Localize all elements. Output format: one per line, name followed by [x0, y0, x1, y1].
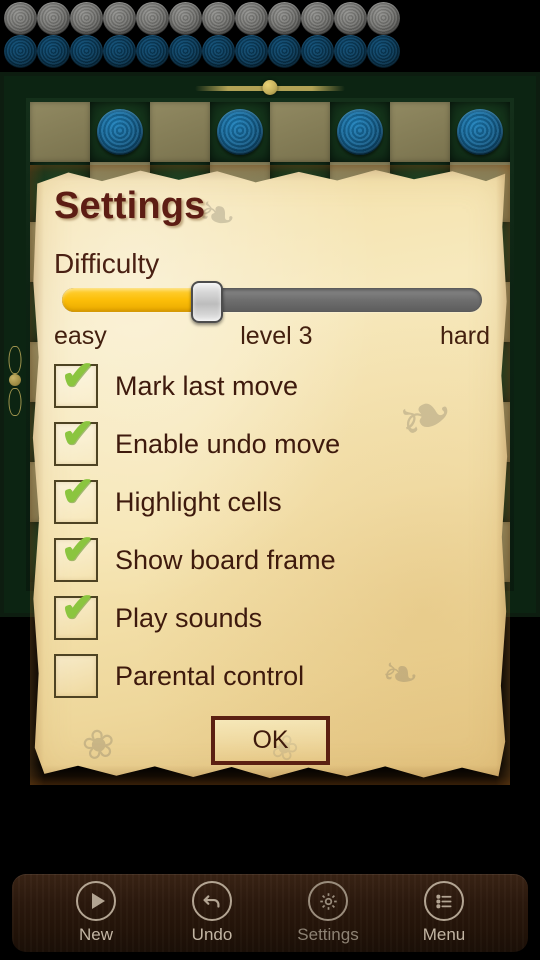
slider-thumb[interactable] [191, 281, 223, 323]
board-piece[interactable] [217, 109, 263, 155]
settings-options-list: ✔ Mark last move ✔ Enable undo move ✔ Highlig… [54, 354, 484, 705]
difficulty-slider[interactable] [62, 281, 482, 323]
captured-piece [136, 35, 169, 68]
captured-piece [169, 35, 202, 68]
settings-option-row[interactable]: ✔ Play sounds [54, 586, 484, 647]
frame-side-ornament-icon [7, 346, 23, 416]
settings-option-row[interactable]: ✔ Mark last move [54, 354, 484, 415]
settings-option-label: Play sounds [115, 602, 263, 633]
captured-piece [334, 35, 367, 68]
captured-piece [136, 2, 169, 35]
captured-piece [367, 35, 400, 68]
settings-dialog: ❧ ❧ ❧ ❀ ❀ Settings Difficulty easy level… [30, 165, 510, 785]
board-square[interactable] [390, 102, 450, 162]
captured-piece [4, 35, 37, 68]
captured-piece [367, 2, 400, 35]
captured-piece [202, 35, 235, 68]
toolbar-item-settings[interactable]: Settings [280, 881, 376, 945]
captured-piece [268, 2, 301, 35]
settings-option-label: Mark last move [115, 370, 299, 401]
settings-option-label: Enable undo move [115, 428, 341, 459]
game-screen: ❧ ❧ ❧ ❀ ❀ Settings Difficulty easy level… [0, 0, 540, 960]
difficulty-scale-labels: easy level 3 hard [54, 322, 490, 351]
frame-lattice-right [514, 76, 536, 613]
settings-option-row[interactable]: ✔ Enable undo move [54, 412, 484, 473]
captured-piece [268, 35, 301, 68]
difficulty-value-label: level 3 [240, 322, 313, 350]
board-square[interactable] [150, 102, 210, 162]
slider-fill [62, 288, 205, 312]
undo-icon[interactable] [192, 881, 232, 921]
board-square[interactable] [450, 102, 510, 162]
settings-option-row[interactable]: ✔ Show board frame [54, 528, 484, 589]
check-icon: ✔ [61, 586, 95, 630]
check-icon: ✔ [61, 470, 95, 514]
difficulty-label: Difficulty [54, 248, 160, 279]
checkbox-checked[interactable]: ✔ [54, 354, 98, 408]
settings-option-row[interactable]: Parental control [54, 647, 484, 705]
captured-piece [235, 35, 268, 68]
captured-piece [103, 35, 136, 68]
board-square[interactable] [30, 102, 90, 162]
settings-option-label: Parental control [115, 660, 305, 691]
captured-piece [301, 2, 334, 35]
toolbar-item-label: Undo [191, 925, 233, 944]
checkbox-checked[interactable]: ✔ [54, 412, 98, 466]
captured-piece [70, 35, 103, 68]
toolbar-item-label: Settings [297, 925, 359, 944]
checkbox-checked[interactable]: ✔ [54, 586, 98, 640]
captured-piece [37, 35, 70, 68]
board-piece[interactable] [337, 109, 383, 155]
captured-piece [103, 2, 136, 35]
board-square[interactable] [330, 102, 390, 162]
captured-piece [235, 2, 268, 35]
settings-option-label: Show board frame [115, 544, 336, 575]
captured-light-pieces-row [4, 2, 400, 35]
play-triangle [91, 893, 105, 909]
difficulty-min-label: easy [54, 322, 107, 350]
check-icon: ✔ [61, 528, 95, 572]
checkbox-unchecked[interactable] [54, 654, 98, 698]
frame-lattice-left [4, 76, 26, 613]
check-icon: ✔ [61, 354, 95, 398]
check-icon: ✔ [61, 412, 95, 456]
checkbox-checked[interactable]: ✔ [54, 528, 98, 582]
board-piece[interactable] [97, 109, 143, 155]
captured-piece [202, 2, 235, 35]
toolbar-item-undo[interactable]: Undo [164, 881, 260, 945]
toolbar-item-label: Menu [422, 925, 466, 944]
difficulty-max-label: hard [439, 322, 490, 350]
board-piece[interactable] [457, 109, 503, 155]
checkbox-checked[interactable]: ✔ [54, 470, 98, 524]
captured-piece [301, 35, 334, 68]
board-square[interactable] [90, 102, 150, 162]
list-icon[interactable] [424, 881, 464, 921]
settings-option-label: Highlight cells [115, 486, 282, 517]
captured-piece [37, 2, 70, 35]
captured-dark-pieces-row [4, 35, 400, 68]
toolbar-item-new[interactable]: New [48, 881, 144, 945]
toolbar-item-label: New [78, 925, 113, 944]
captured-piece [4, 2, 37, 35]
captured-piece [169, 2, 202, 35]
captured-piece [70, 2, 103, 35]
captured-piece [334, 2, 367, 35]
bottom-toolbar: New Undo Settings Menu [12, 874, 528, 952]
ok-button[interactable]: OK [211, 716, 330, 765]
frame-medallion-icon [195, 76, 345, 100]
gear-icon[interactable] [308, 881, 348, 921]
page-title: Settings [54, 185, 206, 227]
captured-pieces-tray [0, 0, 540, 70]
settings-option-row[interactable]: ✔ Highlight cells [54, 470, 484, 531]
board-square[interactable] [270, 102, 330, 162]
toolbar-item-menu[interactable]: Menu [396, 881, 492, 945]
board-square[interactable] [210, 102, 270, 162]
play-icon[interactable] [76, 881, 116, 921]
